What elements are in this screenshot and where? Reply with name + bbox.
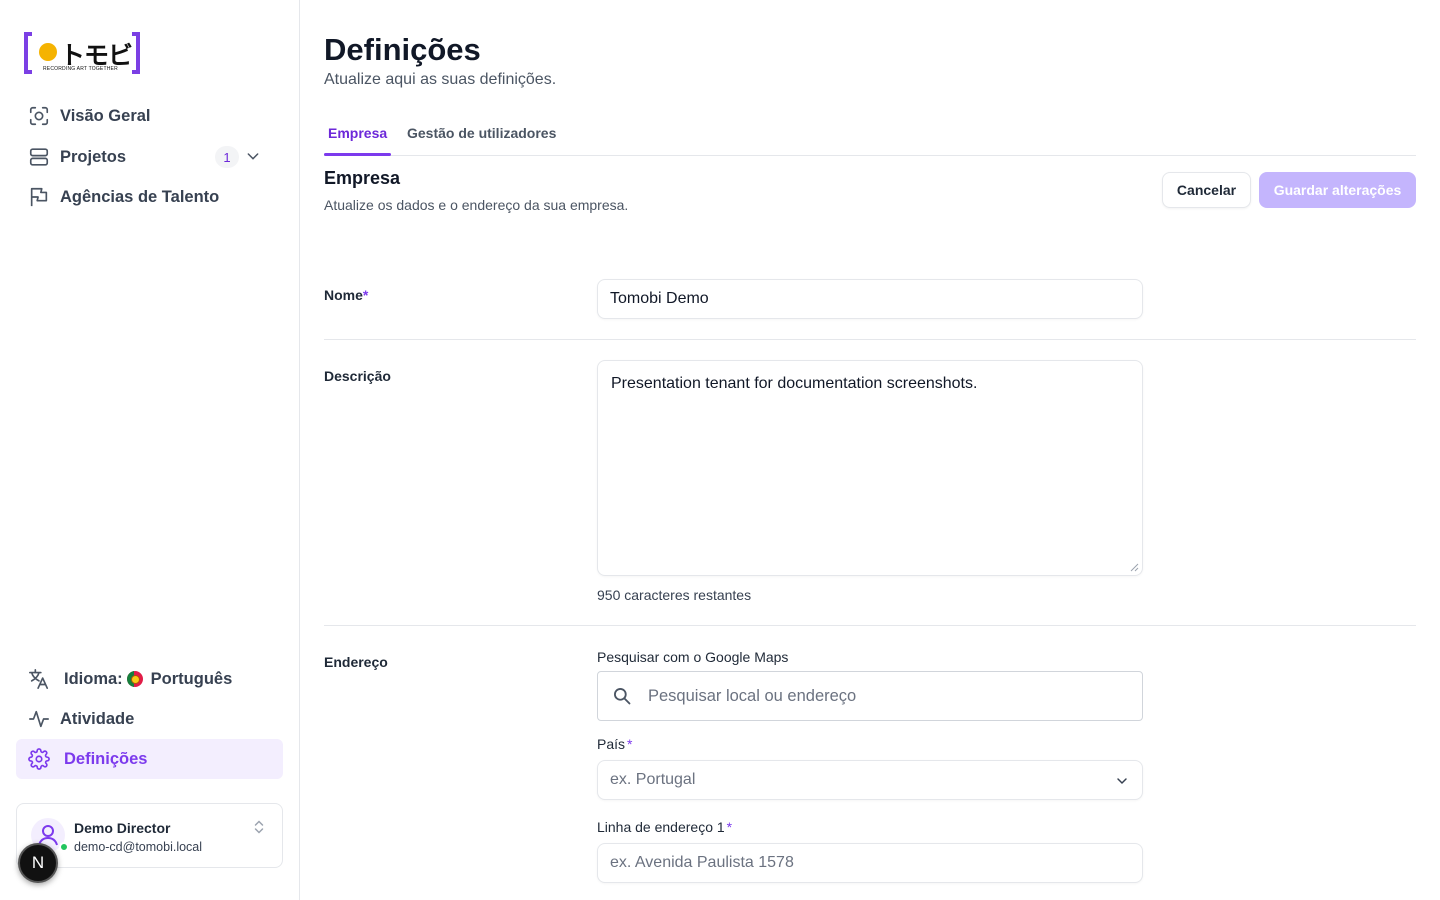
sidebar-item-talent-agencies[interactable]: Agências de Talento [16, 177, 283, 217]
sidebar-item-label: Definições [64, 749, 148, 768]
sidebar-item-language[interactable]: Idioma: Português [16, 659, 283, 699]
page-subtitle: Atualize aqui as suas definições. [324, 71, 557, 88]
chevron-up-down-icon[interactable] [252, 819, 266, 835]
address-line1-label: Linha de endereço 1 * [597, 819, 732, 835]
company-name-value: Tomobi Demo [610, 290, 709, 307]
online-status-dot [59, 842, 69, 852]
sidebar-item-label: Atividade [60, 709, 135, 728]
dev-tools-badge[interactable]: N [18, 843, 58, 883]
language-value: Português [150, 669, 233, 688]
address-line1-input[interactable]: ex. Avenida Paulista 1578 [597, 843, 1143, 883]
chevron-down-icon [1117, 778, 1127, 785]
user-name: Demo Director [74, 820, 171, 836]
sidebar-item-settings[interactable]: Definições [16, 739, 283, 779]
address-search-placeholder: Pesquisar local ou endereço [648, 686, 857, 705]
resize-grip-icon[interactable] [1130, 563, 1139, 572]
description-label: Descrição [324, 368, 391, 384]
search-icon [614, 688, 631, 705]
country-select[interactable]: ex. Portugal [597, 760, 1143, 800]
secondary-nav: Idioma: Português Atividade Definições [16, 659, 283, 779]
country-placeholder: ex. Portugal [610, 771, 696, 788]
section-title: Empresa [324, 168, 401, 188]
sidebar-item-label: Projetos [60, 147, 127, 166]
brand-tagline: RECORDING ART TOGETHER [43, 66, 118, 72]
required-mark: * [726, 819, 733, 835]
address-search-input[interactable]: Pesquisar local ou endereço [597, 671, 1143, 721]
required-mark: * [362, 287, 369, 303]
address-line1-label-text: Linha de endereço 1 [597, 819, 725, 835]
name-label: Nome* [324, 287, 368, 303]
sidebar-item-label: Visão Geral [60, 106, 151, 125]
primary-nav: Visão Geral Projetos 1 Agências de Talen… [16, 96, 283, 217]
section-subtitle: Atualize os dados e o endereço da sua em… [324, 197, 629, 213]
sidebar-item-overview[interactable]: Visão Geral [16, 96, 283, 136]
description-textarea[interactable]: Presentation tenant for documentation sc… [597, 360, 1143, 576]
language-prefix: Idioma: [64, 669, 123, 688]
sidebar-item-activity[interactable]: Atividade [16, 699, 283, 739]
activity-pulse-icon [29, 710, 49, 728]
sidebar-item-projects[interactable]: Projetos 1 [16, 137, 283, 177]
description-value: Presentation tenant for documentation sc… [611, 375, 978, 392]
name-label-text: Nome [324, 287, 363, 303]
active-tab-indicator [324, 153, 391, 156]
address-label: Endereço [324, 654, 388, 670]
save-changes-button[interactable]: Guardar alterações [1259, 172, 1416, 208]
tab-user-management[interactable]: Gestão de utilizadores [407, 125, 556, 141]
user-email: demo-cd@tomobi.local [74, 840, 203, 854]
description-char-counter: 950 caracteres restantes [597, 587, 752, 603]
google-maps-search-label: Pesquisar com o Google Maps [597, 649, 789, 665]
address-line1-placeholder: ex. Avenida Paulista 1578 [610, 854, 794, 871]
tab-company[interactable]: Empresa [328, 125, 387, 141]
settings-tabs: Empresa Gestão de utilizadores [324, 113, 1416, 156]
country-label-text: País [597, 736, 626, 752]
sidebar-item-label: Agências de Talento [60, 187, 220, 206]
required-mark: * [627, 736, 633, 752]
portugal-flag-icon [126, 671, 143, 687]
brand-logo[interactable]: トモビ RECORDING ART TOGETHER [24, 32, 140, 74]
page-title: Definições [324, 32, 481, 67]
sidebar: トモビ RECORDING ART TOGETHER Visão Geral P… [0, 0, 300, 900]
projects-count-badge: 1 [215, 146, 239, 168]
country-label: País * [597, 736, 632, 752]
projects-stack-icon [29, 148, 49, 166]
gear-icon [28, 748, 50, 770]
chevron-down-icon[interactable] [245, 148, 261, 164]
divider [324, 625, 1416, 626]
overview-scan-icon [29, 106, 49, 126]
translate-icon [29, 669, 49, 689]
company-name-input[interactable]: Tomobi Demo [597, 279, 1143, 319]
divider [324, 339, 1416, 340]
flag-icon [30, 187, 48, 207]
cancel-button[interactable]: Cancelar [1162, 172, 1251, 208]
